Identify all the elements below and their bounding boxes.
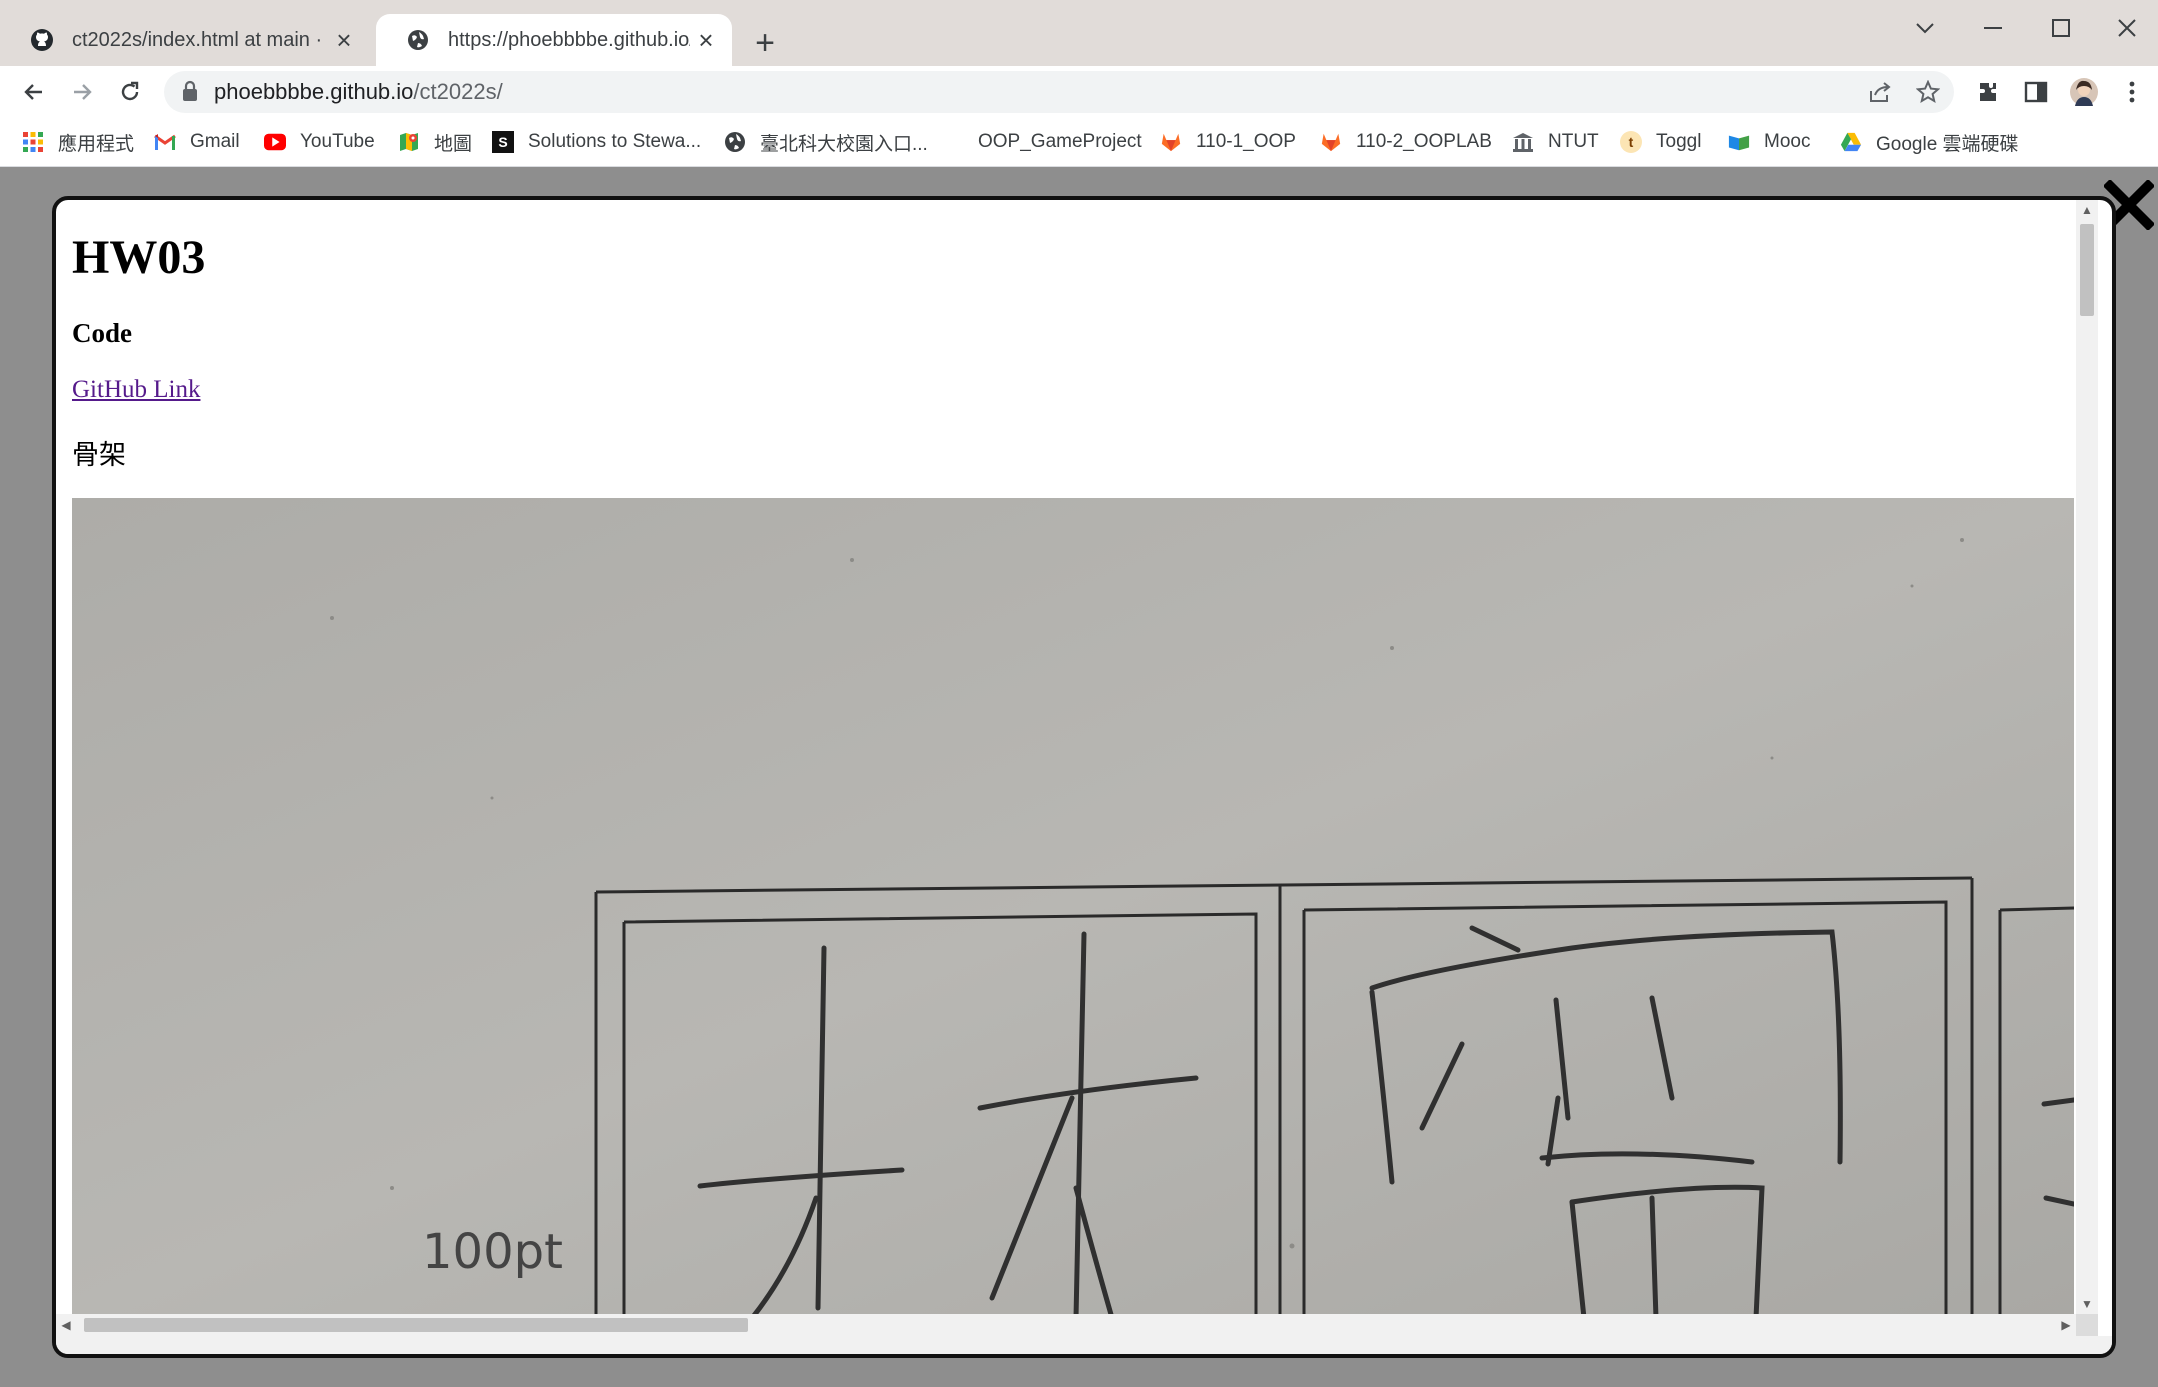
photo-label-100pt: 100pt: [422, 1224, 563, 1280]
close-window-icon[interactable]: [2094, 6, 2158, 50]
bookmark-label: Solutions to Stewa...: [528, 131, 702, 152]
skeleton-heading: 骨架: [72, 440, 126, 471]
lock-icon[interactable]: [182, 80, 198, 107]
bookmark-110-2-ooplab[interactable]: 110-2_OOPLAB: [1320, 128, 1492, 156]
bookmark-label: Gmail: [190, 131, 240, 152]
building-icon: [1512, 131, 1534, 153]
youtube-icon: [264, 131, 286, 153]
bookmark-label: Mooc: [1764, 131, 1811, 152]
side-panel-icon[interactable]: [2016, 72, 2056, 112]
maximize-icon[interactable]: [2028, 6, 2094, 50]
bookmarks-bar: 應用程式 Gmail YouTube 地圖 S Solutions to Ste…: [0, 118, 2158, 167]
horizontal-scroll-thumb[interactable]: [84, 1318, 748, 1332]
gitlab-icon: [1320, 131, 1342, 153]
apps-grid-icon: [22, 131, 44, 153]
modal-bottom-gutter: [56, 1336, 2112, 1354]
bookmark-label: OOP_GameProject: [978, 131, 1142, 152]
code-heading: Code: [72, 318, 132, 348]
forward-icon[interactable]: [60, 70, 104, 114]
scroll-right-icon[interactable]: ▶: [2056, 1314, 2076, 1336]
bookmark-ntut[interactable]: NTUT: [1512, 128, 1599, 156]
scroll-left-icon[interactable]: ◀: [56, 1314, 76, 1336]
github-icon: [30, 28, 54, 52]
bookmark-mooc[interactable]: Mooc: [1728, 128, 1810, 156]
bookmark-110-1-oop[interactable]: 110-1_OOP: [1160, 128, 1296, 156]
bookmark-label: YouTube: [300, 131, 375, 152]
url-text: phoebbbbe.github.io/ct2022s/: [214, 79, 503, 105]
tab-search-icon[interactable]: [1892, 6, 1958, 50]
browser-titlebar: ct2022s/index.html at main · ph × https:…: [0, 0, 2158, 66]
profile-avatar-icon[interactable]: [2064, 72, 2104, 112]
vertical-scroll-thumb[interactable]: [2080, 224, 2094, 316]
browser-toolbar: phoebbbbe.github.io/ct2022s/: [0, 66, 2158, 118]
bookmark-label: Google 雲端硬碟: [1876, 133, 2019, 155]
new-tab-button[interactable]: +: [744, 22, 786, 64]
back-icon[interactable]: [12, 70, 56, 114]
bookmark-youtube[interactable]: YouTube: [264, 128, 375, 156]
bookmark-apps[interactable]: 應用程式: [22, 128, 134, 156]
mooc-icon: [1728, 131, 1750, 153]
bookmark-label: 110-1_OOP: [1196, 131, 1296, 152]
globe-icon: [406, 28, 430, 52]
bookmark-maps[interactable]: 地圖: [398, 128, 472, 156]
bookmark-label: NTUT: [1548, 131, 1599, 152]
bookmark-label: 臺北科大校園入口...: [760, 133, 928, 155]
chrome-menu-icon[interactable]: [2112, 72, 2152, 112]
url-path: /ct2022s/: [413, 79, 503, 104]
tab-title: https://phoebbbbe.github.io/ct: [448, 28, 690, 51]
scroll-up-icon[interactable]: ▲: [2076, 200, 2098, 220]
bookmark-ntut-portal[interactable]: 臺北科大校園入口...: [724, 128, 928, 156]
gmail-icon: [154, 131, 176, 153]
toggl-icon: t: [1620, 131, 1642, 153]
handwriting-photo: 100pt: [72, 498, 2074, 1314]
bookmark-label: Toggl: [1656, 131, 1702, 152]
minimize-icon[interactable]: [1960, 6, 2026, 50]
vertical-scrollbar[interactable]: ▲ ▼: [2076, 200, 2098, 1314]
extensions-icon[interactable]: [1968, 72, 2008, 112]
s-icon: S: [492, 131, 514, 153]
drive-icon: [1840, 131, 1862, 153]
close-tab-icon[interactable]: ×: [690, 24, 722, 56]
bookmark-star-icon[interactable]: [1912, 76, 1944, 108]
reload-icon[interactable]: [108, 70, 152, 114]
modal-content: HW03 Code GitHub Link 骨架 100pt: [56, 200, 2076, 1314]
bookmark-toggl[interactable]: t Toggl: [1620, 128, 1701, 156]
bookmark-label: 應用程式: [58, 133, 135, 155]
tab-active-page[interactable]: https://phoebbbbe.github.io/ct ×: [376, 14, 732, 66]
scroll-down-icon[interactable]: ▼: [2076, 1294, 2098, 1314]
bookmark-label: 110-2_OOPLAB: [1356, 131, 1492, 152]
tab-title: ct2022s/index.html at main · ph: [72, 28, 328, 51]
globe-icon: [724, 131, 746, 153]
url-host: phoebbbbe.github.io: [214, 79, 414, 104]
horizontal-scrollbar[interactable]: ◀ ▶: [56, 1314, 2098, 1336]
close-tab-icon[interactable]: ×: [328, 24, 360, 56]
share-icon[interactable]: [1864, 76, 1896, 108]
bookmark-label: 地圖: [434, 133, 473, 155]
bookmark-google-drive[interactable]: Google 雲端硬碟: [1840, 128, 2019, 156]
github-link[interactable]: GitHub Link: [72, 376, 200, 404]
gitlab-icon: [1160, 131, 1182, 153]
bookmark-solutions[interactable]: S Solutions to Stewa...: [492, 128, 701, 156]
bookmark-oop-gameproject[interactable]: OOP_GameProject: [978, 128, 1142, 156]
tab-github[interactable]: ct2022s/index.html at main · ph ×: [0, 14, 370, 66]
bookmark-gmail[interactable]: Gmail: [154, 128, 240, 156]
page-title: HW03: [72, 231, 206, 284]
address-bar[interactable]: phoebbbbe.github.io/ct2022s/: [164, 71, 1954, 113]
scrollbar-corner: [2076, 1314, 2098, 1336]
maps-icon: [398, 131, 420, 153]
preview-modal: HW03 Code GitHub Link 骨架 100pt ▲ ▼ ◀ ▶: [52, 196, 2116, 1358]
